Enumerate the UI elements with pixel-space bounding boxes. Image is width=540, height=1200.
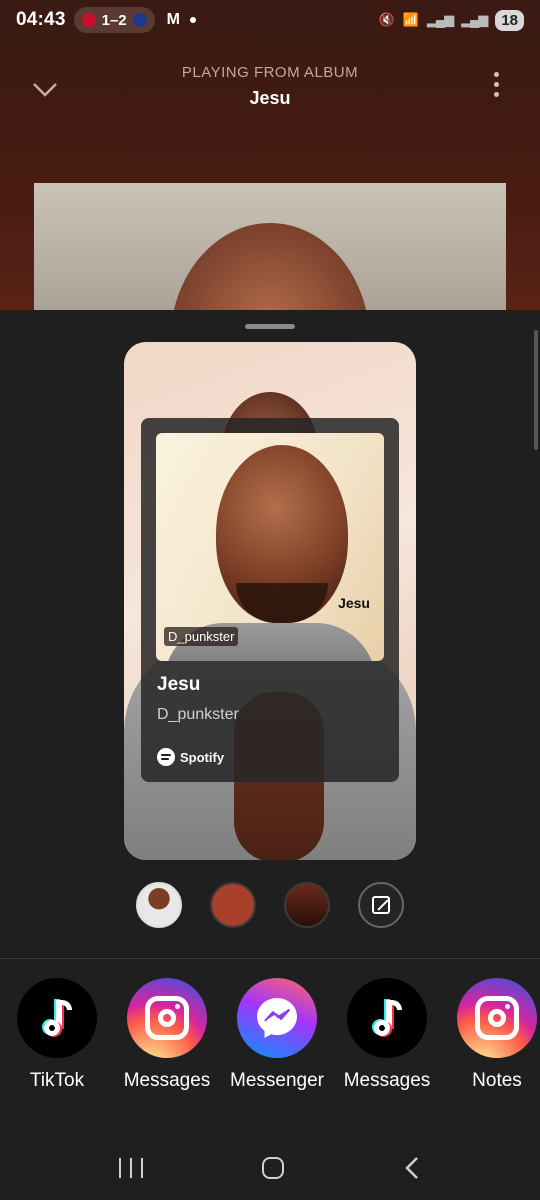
share-target-label: Notes	[472, 1070, 522, 1091]
share-preview-card: Jesu D_punkster Jesu D_punkster Spotify	[124, 342, 416, 860]
share-target-messenger[interactable]: Messenger	[222, 978, 332, 1094]
mute-icon: 🔇	[378, 12, 395, 27]
signal-icon: ▂▄▆	[426, 12, 454, 27]
status-icons: 🔇 📶 ▂▄▆ ▂▄▆ 18	[378, 9, 524, 31]
edit-icon	[372, 896, 390, 914]
status-time: 04:43	[16, 9, 66, 30]
track-title: Jesu	[157, 674, 201, 695]
album-cover: Jesu D_punkster	[156, 433, 384, 661]
divider	[0, 958, 540, 959]
home-icon[interactable]	[261, 1157, 284, 1179]
share-target-label: Messages	[343, 1070, 431, 1091]
share-target-label: TikTok	[29, 1070, 85, 1091]
tiktok-icon	[347, 978, 427, 1058]
cover-title: Jesu	[338, 595, 370, 611]
share-target-label: Messenger	[230, 1070, 324, 1091]
back-icon[interactable]	[403, 1156, 421, 1180]
sheet-drag-handle[interactable]	[245, 324, 295, 329]
track-card: Jesu D_punkster Jesu D_punkster Spotify	[141, 418, 399, 782]
share-target-instagram-messages[interactable]: Messages	[112, 978, 222, 1094]
track-artist: D_punkster	[157, 706, 239, 723]
battery-indicator: 18	[495, 9, 524, 31]
bg-option-dark-gradient[interactable]	[284, 882, 330, 928]
share-sheet: Jesu D_punkster Jesu D_punkster Spotify …	[0, 310, 540, 1200]
spotify-icon	[157, 748, 175, 766]
bg-option-edit[interactable]	[358, 882, 404, 928]
instagram-icon	[457, 978, 537, 1058]
cover-artist: D_punkster	[164, 627, 239, 646]
notification-dot-icon	[189, 17, 196, 23]
share-target-instagram-notes[interactable]: Notes	[442, 978, 540, 1094]
live-score-pill[interactable]: 1–2	[73, 7, 155, 33]
home-team-icon	[81, 13, 96, 27]
system-nav-bar	[0, 1136, 540, 1200]
playing-context-label: PLAYING FROM ALBUM	[181, 64, 359, 81]
spotify-wordmark: Spotify	[180, 749, 225, 765]
share-target-tiktok[interactable]: TikTok	[2, 978, 112, 1094]
share-target-tiktok-messages[interactable]: Messages	[332, 978, 442, 1094]
wifi-icon: 📶	[402, 12, 419, 27]
tiktok-icon	[17, 978, 97, 1058]
scrollbar[interactable]	[534, 330, 538, 450]
more-options-icon[interactable]	[494, 72, 500, 102]
spotify-brand: Spotify	[157, 748, 224, 766]
share-targets: TikTok Messages Messenger Messages Notes	[0, 978, 540, 1138]
signal-2-icon: ▂▄▆	[461, 12, 488, 27]
bg-option-photo[interactable]	[136, 882, 182, 928]
playing-context-name: Jesu	[249, 88, 291, 108]
away-team-icon	[132, 13, 147, 27]
recent-apps-icon[interactable]	[119, 1158, 144, 1178]
status-bar: 04:43 1–2 M 🔇 📶 ▂▄▆ ▂▄▆ 18	[0, 0, 540, 40]
bg-option-rust[interactable]	[210, 882, 256, 928]
instagram-icon	[127, 978, 207, 1058]
background-options	[0, 882, 540, 928]
live-score: 1–2	[101, 11, 127, 29]
messenger-icon	[237, 978, 317, 1058]
share-target-label: Messages	[123, 1070, 211, 1091]
now-playing-header: PLAYING FROM ALBUM Jesu	[0, 40, 540, 383]
gmail-icon: M	[166, 11, 180, 28]
